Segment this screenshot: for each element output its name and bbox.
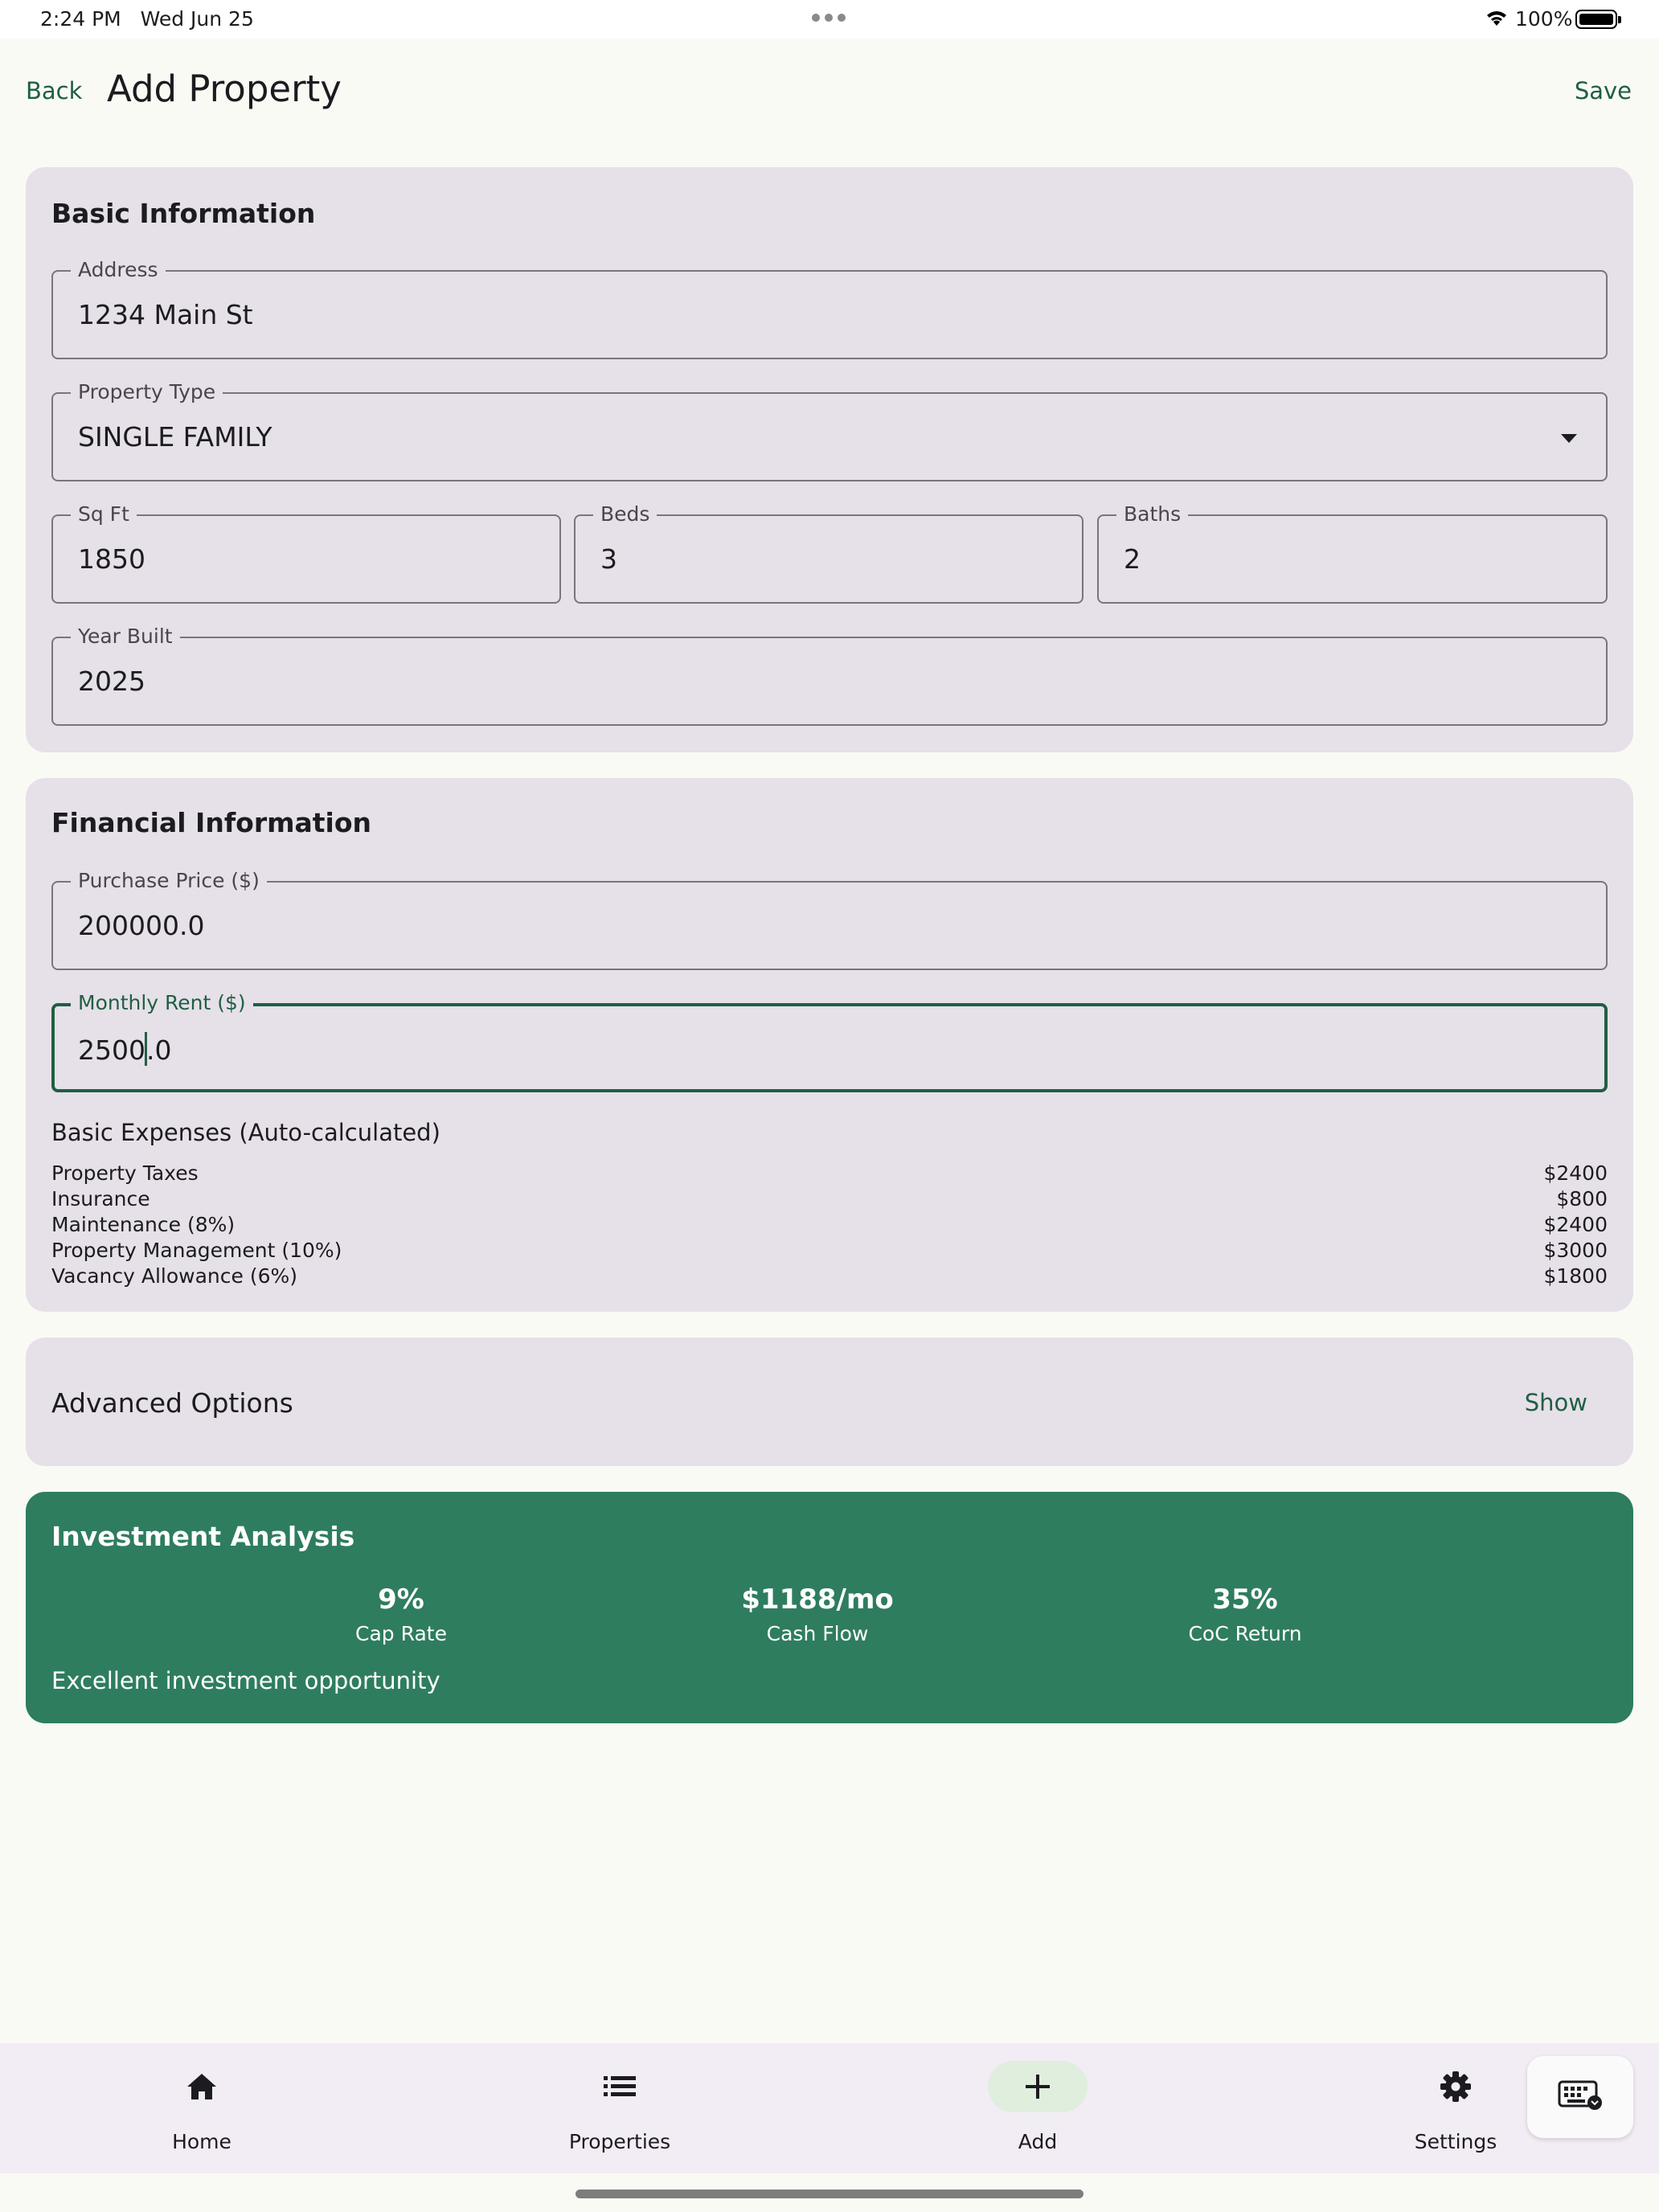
metric-label: Cash Flow (766, 1622, 869, 1645)
status-bar: 2:24 PM Wed Jun 25 100% (0, 0, 1659, 39)
year-built-field[interactable]: Year Built 2025 (51, 626, 1608, 726)
expense-row: Property Management (10%) $3000 (51, 1239, 1608, 1264)
page-title: Add Property (107, 68, 342, 110)
basic-info-card: Basic Information Address 1234 Main St P… (26, 167, 1633, 752)
baths-field[interactable]: Baths 2 (1097, 504, 1608, 604)
show-advanced-button[interactable]: Show (1525, 1389, 1587, 1416)
beds-label: Beds (593, 504, 657, 525)
cash-flow-metric: $1188/mo Cash Flow (697, 1583, 938, 1645)
back-button[interactable]: Back (26, 77, 82, 104)
purchase-price-value: 200000.0 (78, 910, 205, 941)
baths-label: Baths (1116, 504, 1189, 525)
investment-verdict: Excellent investment opportunity (51, 1667, 440, 1694)
keyboard-dismiss-button[interactable] (1527, 2056, 1633, 2138)
nav-item-add[interactable]: Add (917, 2043, 1158, 2173)
beds-field[interactable]: Beds 3 (574, 504, 1083, 604)
coc-return-metric: 35% CoC Return (1124, 1583, 1366, 1645)
dropdown-arrow-icon[interactable] (1561, 434, 1577, 443)
property-type-value: SINGLE FAMILY (78, 421, 272, 453)
property-type-label: Property Type (71, 382, 223, 403)
battery-icon (1575, 10, 1621, 29)
sqft-value: 1850 (78, 543, 145, 575)
expense-value: $1800 (1543, 1264, 1608, 1288)
address-label: Address (71, 260, 166, 281)
expense-value: $2400 (1543, 1213, 1608, 1236)
sqft-field[interactable]: Sq Ft 1850 (51, 504, 561, 604)
list-icon (570, 2061, 670, 2112)
expense-row: Insurance $800 (51, 1187, 1608, 1213)
nav-label: Add (1018, 2130, 1058, 2153)
bottom-navigation: Home Properties Add Settings (0, 2043, 1659, 2173)
nav-item-properties[interactable]: Properties (499, 2043, 740, 2173)
metric-value: 9% (378, 1583, 424, 1616)
expense-label: Property Taxes (51, 1161, 199, 1185)
address-field[interactable]: Address 1234 Main St (51, 260, 1608, 359)
expense-value: $800 (1556, 1187, 1608, 1210)
status-time: 2:24 PM Wed Jun 25 (40, 7, 254, 31)
nav-item-home[interactable]: Home (81, 2043, 322, 2173)
expense-label: Vacancy Allowance (6%) (51, 1264, 298, 1288)
sqft-label: Sq Ft (71, 504, 137, 525)
basic-info-title: Basic Information (51, 198, 316, 229)
plus-icon (988, 2061, 1088, 2112)
home-icon (152, 2061, 252, 2112)
nav-label: Home (172, 2130, 231, 2153)
financial-info-card: Financial Information Purchase Price ($)… (26, 778, 1633, 1312)
save-button[interactable]: Save (1575, 77, 1632, 104)
cap-rate-metric: 9% Cap Rate (281, 1583, 522, 1645)
wifi-icon (1484, 6, 1509, 34)
top-app-bar: Back Add Property Save (0, 39, 1659, 143)
expense-value: $3000 (1543, 1239, 1608, 1262)
expense-row: Vacancy Allowance (6%) $1800 (51, 1264, 1608, 1290)
gear-icon (1406, 2061, 1505, 2112)
property-type-select[interactable]: Property Type SINGLE FAMILY (51, 382, 1608, 481)
year-built-label: Year Built (71, 626, 180, 647)
expense-label: Property Management (10%) (51, 1239, 342, 1262)
purchase-price-label: Purchase Price ($) (71, 870, 267, 891)
home-indicator[interactable] (576, 2189, 1083, 2198)
investment-analysis-title: Investment Analysis (51, 1521, 355, 1552)
battery-percent: 100% (1515, 7, 1573, 31)
beds-value: 3 (600, 543, 617, 575)
expense-row: Maintenance (8%) $2400 (51, 1213, 1608, 1239)
expenses-title: Basic Expenses (Auto-calculated) (51, 1119, 440, 1146)
monthly-rent-value: 2500.0 (78, 1032, 171, 1067)
investment-analysis-card: Investment Analysis 9% Cap Rate $1188/mo… (26, 1492, 1633, 1723)
expense-label: Insurance (51, 1187, 150, 1210)
monthly-rent-field[interactable]: Monthly Rent ($) 2500.0 (51, 993, 1608, 1092)
metric-value: 35% (1212, 1583, 1278, 1616)
metric-value: $1188/mo (741, 1583, 894, 1616)
address-value: 1234 Main St (78, 299, 253, 330)
keyboard-icon (1558, 2080, 1603, 2114)
expense-value: $2400 (1543, 1161, 1608, 1185)
metric-label: Cap Rate (355, 1622, 447, 1645)
baths-value: 2 (1124, 543, 1141, 575)
purchase-price-field[interactable]: Purchase Price ($) 200000.0 (51, 870, 1608, 970)
metric-label: CoC Return (1188, 1622, 1302, 1645)
expense-row: Property Taxes $2400 (51, 1161, 1608, 1187)
year-built-value: 2025 (78, 666, 145, 697)
advanced-options-title: Advanced Options (51, 1387, 293, 1419)
multitasking-dots-icon[interactable] (812, 14, 846, 22)
expense-label: Maintenance (8%) (51, 1213, 236, 1236)
advanced-options-card: Advanced Options Show (26, 1337, 1633, 1466)
financial-info-title: Financial Information (51, 807, 372, 838)
nav-label: Properties (568, 2130, 671, 2153)
monthly-rent-label: Monthly Rent ($) (71, 993, 253, 1014)
